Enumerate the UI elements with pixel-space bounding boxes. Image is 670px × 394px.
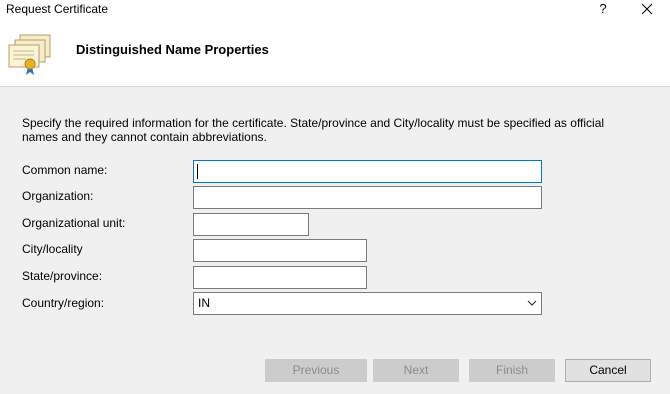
cancel-button[interactable]: Cancel [565,359,651,382]
country-region-value: IN [198,296,210,310]
previous-button[interactable]: Previous [265,359,367,382]
close-icon [641,3,653,15]
state-province-label: State/province: [22,269,103,283]
chevron-down-icon [527,300,537,306]
wizard-header: Distinguished Name Properties [0,20,670,87]
finish-button[interactable]: Finish [469,359,555,382]
instructions-text: Specify the required information for the… [22,116,605,144]
state-province-input[interactable] [193,266,367,289]
help-button[interactable]: ? [596,0,610,18]
certificate-icon [8,34,51,75]
organizational-unit-input[interactable] [193,213,309,236]
window-title: Request Certificate [6,2,109,16]
city-locality-input[interactable] [193,239,367,262]
organizational-unit-label: Organizational unit: [22,216,126,230]
city-locality-label: City/locality [22,242,83,256]
page-heading: Distinguished Name Properties [76,42,269,57]
text-caret [197,164,198,179]
organization-input[interactable] [193,186,542,209]
common-name-input[interactable] [193,160,542,183]
country-region-label: Country/region: [22,296,105,310]
country-region-select[interactable]: IN [193,292,542,315]
title-bar: Request Certificate ? [0,0,670,20]
common-name-label: Common name: [22,163,108,177]
close-button[interactable] [634,0,660,18]
next-button[interactable]: Next [373,359,459,382]
organization-label: Organization: [22,189,94,203]
